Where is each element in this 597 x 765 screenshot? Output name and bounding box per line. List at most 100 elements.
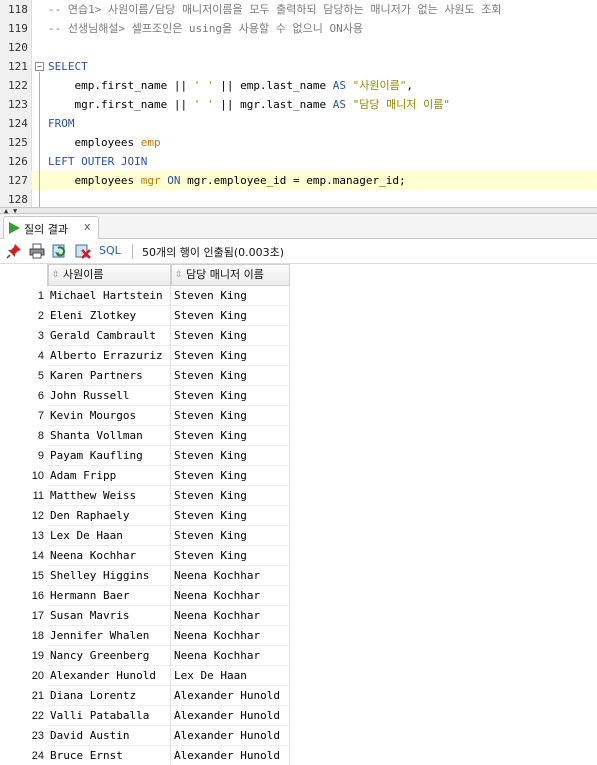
cell-employee-name[interactable]: Jennifer Whalen xyxy=(48,626,171,646)
cell-employee-name[interactable]: John Russell xyxy=(48,386,171,406)
row-number[interactable]: 3 xyxy=(0,326,46,346)
cell-manager-name[interactable]: Alexander Hunold xyxy=(171,706,290,726)
cell-employee-name[interactable]: Nancy Greenberg xyxy=(48,646,171,666)
cell-manager-name[interactable]: Steven King xyxy=(171,486,290,506)
table-row[interactable]: 17 Susan Mavris Neena Kochhar xyxy=(0,606,290,626)
cell-employee-name[interactable]: Lex De Haan xyxy=(48,526,171,546)
table-row[interactable]: 20 Alexander Hunold Lex De Haan xyxy=(0,666,290,686)
row-number[interactable]: 2 xyxy=(0,306,46,326)
cell-manager-name[interactable]: Steven King xyxy=(171,346,290,366)
cell-manager-name[interactable]: Lex De Haan xyxy=(171,666,290,686)
cell-employee-name[interactable]: David Austin xyxy=(48,726,171,746)
sql-button[interactable]: SQL xyxy=(99,244,121,257)
cell-employee-name[interactable]: Karen Partners xyxy=(48,366,171,386)
row-number[interactable]: 5 xyxy=(0,366,46,386)
cell-employee-name[interactable]: Hermann Baer xyxy=(48,586,171,606)
cell-employee-name[interactable]: Gerald Cambrault xyxy=(48,326,171,346)
table-row[interactable]: 15 Shelley Higgins Neena Kochhar xyxy=(0,566,290,586)
cell-manager-name[interactable]: Neena Kochhar xyxy=(171,586,290,606)
cell-manager-name[interactable]: Steven King xyxy=(171,326,290,346)
row-number[interactable]: 7 xyxy=(0,406,46,426)
table-row[interactable]: 18 Jennifer Whalen Neena Kochhar xyxy=(0,626,290,646)
column-header-employee-name[interactable]: ⇳ 사원이름 xyxy=(48,264,171,286)
row-number[interactable]: 8 xyxy=(0,426,46,446)
cell-manager-name[interactable]: Steven King xyxy=(171,526,290,546)
code-line[interactable]: 128 xyxy=(0,190,597,207)
cell-employee-name[interactable]: Alexander Hunold xyxy=(48,666,171,686)
table-row[interactable]: 4 Alberto Errazuriz Steven King xyxy=(0,346,290,366)
row-number[interactable]: 16 xyxy=(0,586,46,606)
cell-manager-name[interactable]: Alexander Hunold xyxy=(171,746,290,765)
table-row[interactable]: 19 Nancy Greenberg Neena Kochhar xyxy=(0,646,290,666)
row-number[interactable]: 21 xyxy=(0,686,46,706)
cell-manager-name[interactable]: Steven King xyxy=(171,286,290,306)
code-line[interactable]: 121− SELECT xyxy=(0,57,597,76)
table-row[interactable]: 3 Gerald Cambrault Steven King xyxy=(0,326,290,346)
cell-manager-name[interactable]: Alexander Hunold xyxy=(171,686,290,706)
row-number[interactable]: 9 xyxy=(0,446,46,466)
cell-manager-name[interactable]: Steven King xyxy=(171,306,290,326)
table-row[interactable]: 10 Adam Fripp Steven King xyxy=(0,466,290,486)
result-grid[interactable]: ⇳ 사원이름 ⇳ 담당 매니저 이름 1 Michael Hartstein Ste… xyxy=(0,264,597,765)
row-number[interactable]: 22 xyxy=(0,706,46,726)
sort-icon[interactable]: ⇳ xyxy=(52,265,60,285)
cell-manager-name[interactable]: Neena Kochhar xyxy=(171,606,290,626)
fold-toggle-icon[interactable]: − xyxy=(35,62,44,71)
cell-manager-name[interactable]: Steven King xyxy=(171,466,290,486)
table-row[interactable]: 9 Payam Kaufling Steven King xyxy=(0,446,290,466)
row-number[interactable]: 1 xyxy=(0,286,46,306)
cell-manager-name[interactable]: Alexander Hunold xyxy=(171,726,290,746)
refresh-icon[interactable] xyxy=(52,243,68,259)
row-number[interactable]: 20 xyxy=(0,666,46,686)
cell-manager-name[interactable]: Steven King xyxy=(171,506,290,526)
table-row[interactable]: 16 Hermann Baer Neena Kochhar xyxy=(0,586,290,606)
cell-employee-name[interactable]: Matthew Weiss xyxy=(48,486,171,506)
cell-manager-name[interactable]: Neena Kochhar xyxy=(171,646,290,666)
table-row[interactable]: 8 Shanta Vollman Steven King xyxy=(0,426,290,446)
cell-manager-name[interactable]: Steven King xyxy=(171,406,290,426)
cell-employee-name[interactable]: Bruce Ernst xyxy=(48,746,171,765)
code-line[interactable]: 120 xyxy=(0,38,597,57)
print-icon[interactable] xyxy=(29,243,45,259)
row-number[interactable]: 4 xyxy=(0,346,46,366)
cell-employee-name[interactable]: Valli Pataballa xyxy=(48,706,171,726)
row-number[interactable]: 13 xyxy=(0,526,46,546)
pin-icon[interactable] xyxy=(6,243,22,259)
tab-query-result[interactable]: 질의 결과 x xyxy=(3,216,99,239)
cell-employee-name[interactable]: Kevin Mourgos xyxy=(48,406,171,426)
sql-editor[interactable]: 118 -- 연습1> 사원이름/담당 매니저이름을 모두 출력하되 담당하는 매… xyxy=(0,0,597,207)
row-number[interactable]: 11 xyxy=(0,486,46,506)
table-row[interactable]: 2 Eleni Zlotkey Steven King xyxy=(0,306,290,326)
table-row[interactable]: 21 Diana Lorentz Alexander Hunold xyxy=(0,686,290,706)
code-line[interactable]: 125 employees emp xyxy=(0,133,597,152)
row-number[interactable]: 12 xyxy=(0,506,46,526)
cell-manager-name[interactable]: Neena Kochhar xyxy=(171,626,290,646)
table-row[interactable]: 23 David Austin Alexander Hunold xyxy=(0,726,290,746)
row-number[interactable]: 24 xyxy=(0,746,46,765)
table-row[interactable]: 24 Bruce Ernst Alexander Hunold xyxy=(0,746,290,765)
cell-employee-name[interactable]: Adam Fripp xyxy=(48,466,171,486)
code-line[interactable]: 118 -- 연습1> 사원이름/담당 매니저이름을 모두 출력하되 담당하는 매… xyxy=(0,0,597,19)
code-line[interactable]: 126 LEFT OUTER JOIN xyxy=(0,152,597,171)
cell-employee-name[interactable]: Diana Lorentz xyxy=(48,686,171,706)
code-line[interactable]: 119 -- 선생님해설> 셀프조인은 using을 사용할 수 없으니 ON사용 xyxy=(0,19,597,38)
code-line[interactable]: 122 emp.first_name || ' ' || emp.last_na… xyxy=(0,76,597,95)
cell-manager-name[interactable]: Steven King xyxy=(171,546,290,566)
row-number[interactable]: 10 xyxy=(0,466,46,486)
delete-icon[interactable] xyxy=(75,243,91,259)
table-row[interactable]: 7 Kevin Mourgos Steven King xyxy=(0,406,290,426)
table-row[interactable]: 22 Valli Pataballa Alexander Hunold xyxy=(0,706,290,726)
table-row[interactable]: 1 Michael Hartstein Steven King xyxy=(0,286,290,306)
cell-employee-name[interactable]: Susan Mavris xyxy=(48,606,171,626)
pane-splitter[interactable]: ▲ ▼ xyxy=(0,207,597,215)
sort-icon[interactable]: ⇳ xyxy=(175,265,183,285)
cell-employee-name[interactable]: Neena Kochhar xyxy=(48,546,171,566)
row-number[interactable]: 6 xyxy=(0,386,46,406)
table-row[interactable]: 5 Karen Partners Steven King xyxy=(0,366,290,386)
table-row[interactable]: 11 Matthew Weiss Steven King xyxy=(0,486,290,506)
table-row[interactable]: 13 Lex De Haan Steven King xyxy=(0,526,290,546)
row-number[interactable]: 19 xyxy=(0,646,46,666)
table-row[interactable]: 12 Den Raphaely Steven King xyxy=(0,506,290,526)
cell-employee-name[interactable]: Eleni Zlotkey xyxy=(48,306,171,326)
cell-employee-name[interactable]: Shanta Vollman xyxy=(48,426,171,446)
